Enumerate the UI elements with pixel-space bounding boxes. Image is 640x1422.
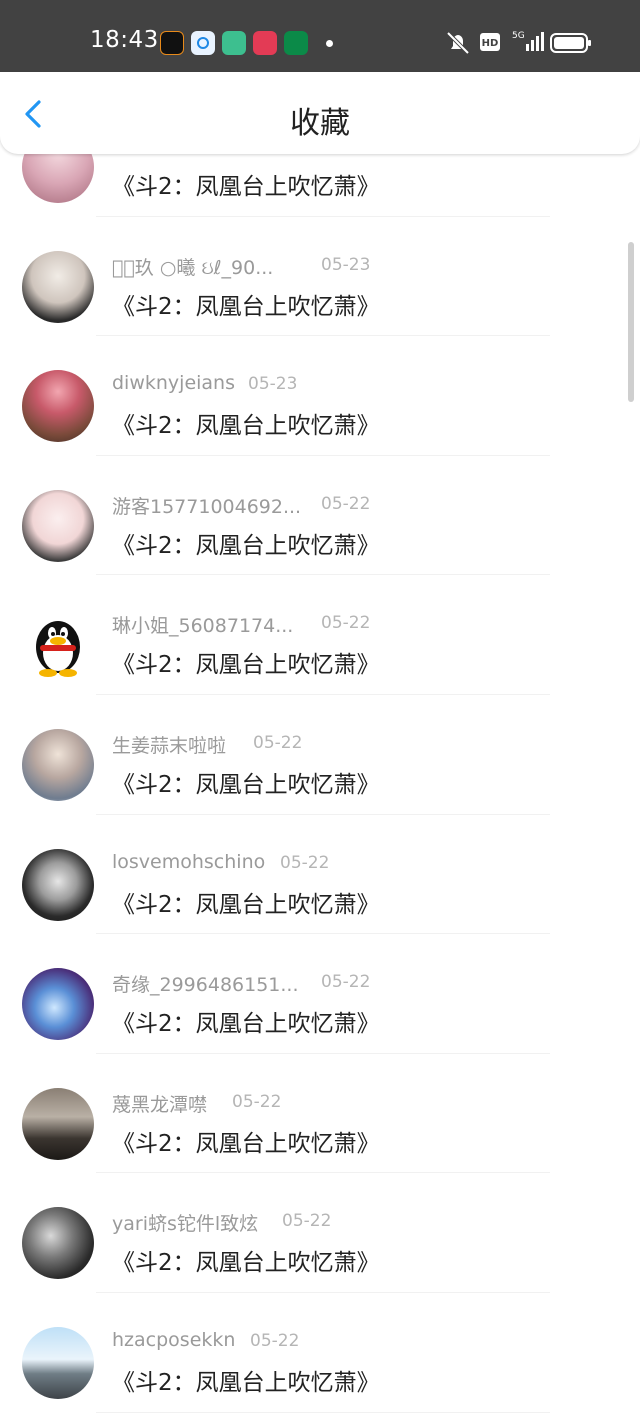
oppo-notification-icon [284,31,308,55]
list-item[interactable]: losvemohschino 05-22 《斗2：凤凰台上吹忆萧》 [0,815,640,935]
avatar[interactable] [22,370,94,443]
avatar[interactable] [22,1087,94,1160]
notes-notification-icon [222,31,246,55]
timestamp: 05-22 [321,972,371,993]
scrollbar[interactable] [628,242,634,402]
timestamp: 05-23 [248,374,298,395]
hd-icon: HD [480,33,500,51]
book-title: 《斗2：凤凰台上吹忆萧》 [112,413,380,440]
list-item[interactable]: 游客15771004692... 05-22 《斗2：凤凰台上吹忆萧》 [0,456,640,576]
avatar[interactable] [22,968,94,1041]
app-notification-icon [160,31,184,55]
qq-penguin-icon [36,621,80,678]
book-title: 《斗2：凤凰台上吹忆萧》 [112,293,380,320]
username: 游客15771004692... [112,495,302,518]
mute-icon [446,31,470,55]
username: 奇缘_2996486151... [112,974,299,997]
svg-text:5G: 5G [512,31,525,41]
status-bar: 18:43 HD 5G [0,0,640,72]
more-notifications-icon [326,40,333,47]
book-title: 《斗2：凤凰台上吹忆萧》 [112,532,380,559]
book-title: 《斗2：凤凰台上吹忆萧》 [112,652,380,679]
page-title: 收藏 [290,106,350,141]
taobao-notification-icon [253,31,277,55]
timestamp: 05-22 [321,613,371,634]
book-title: 《斗2：凤凰台上吹忆萧》 [112,1011,380,1038]
list-item[interactable]: 琳小姐_56087174... 05-22 《斗2：凤凰台上吹忆萧》 [0,575,640,695]
book-title: 《斗2：凤凰台上吹忆萧》 [112,174,380,200]
book-title: 《斗2：凤凰台上吹忆萧》 [112,891,380,918]
avatar[interactable] [22,489,94,562]
svg-text:HD: HD [482,38,499,49]
divider [96,1411,550,1413]
book-title: 《斗2：凤凰台上吹忆萧》 [112,1250,380,1277]
list-item[interactable]: 奇缘_2996486151... 05-22 《斗2：凤凰台上吹忆萧》 [0,934,640,1054]
browser-notification-icon [191,31,215,55]
timestamp: 05-22 [321,493,371,514]
username: losvemohschino [112,850,266,873]
username: 𝓜ꦿ玖 ○曦 ઇℓ_90... [112,256,274,279]
list-item[interactable]: 生姜蒜末啦啦 05-22 《斗2：凤凰台上吹忆萧》 [0,695,640,815]
list-item[interactable]: diwknyjeians 05-23 《斗2：凤凰台上吹忆萧》 [0,336,640,456]
status-time: 18:43 [90,27,159,53]
avatar[interactable] [22,728,94,801]
avatar[interactable] [22,1326,94,1399]
username: hzacposekkn [112,1328,236,1351]
list-item[interactable]: hzacposekkn 05-22 《斗2：凤凰台上吹忆萧》 [0,1293,640,1413]
username: 生姜蒜末啦啦 [112,734,227,757]
list-item[interactable]: 𝓜ꦿ玖 ○曦 ઇℓ_90... 05-23 《斗2：凤凰台上吹忆萧》 [0,217,640,337]
avatar[interactable] [22,1207,94,1280]
username: diwknyjeians [112,372,235,395]
favorites-list: 《斗2：凤凰台上吹忆萧》 𝓜ꦿ玖 ○曦 ઇℓ_90... 05-23 《斗2：凤… [0,97,640,1413]
timestamp: 05-23 [321,254,371,275]
username: 蔑黑龙潭噤 [112,1093,208,1116]
username: 琳小姐_56087174... [112,615,294,638]
avatar[interactable] [22,848,94,921]
book-title: 《斗2：凤凰台上吹忆萧》 [112,1130,380,1157]
timestamp: 05-22 [253,732,303,753]
timestamp: 05-22 [250,1330,300,1351]
top-bar: 收藏 [0,72,640,154]
timestamp: 05-22 [280,852,330,873]
book-title: 《斗2：凤凰台上吹忆萧》 [112,1369,380,1396]
username: yari蛴s铊件l致炫 [112,1213,259,1236]
signal-5g-icon: 5G [512,31,544,51]
avatar[interactable] [22,609,94,682]
list-item[interactable]: 蔑黑龙潭噤 05-22 《斗2：凤凰台上吹忆萧》 [0,1054,640,1174]
list-item[interactable]: yari蛴s铊件l致炫 05-22 《斗2：凤凰台上吹忆萧》 [0,1173,640,1293]
timestamp: 05-22 [232,1091,282,1112]
timestamp: 05-22 [282,1211,332,1232]
book-title: 《斗2：凤凰台上吹忆萧》 [112,771,380,798]
avatar[interactable] [22,250,94,323]
battery-icon [550,33,591,53]
